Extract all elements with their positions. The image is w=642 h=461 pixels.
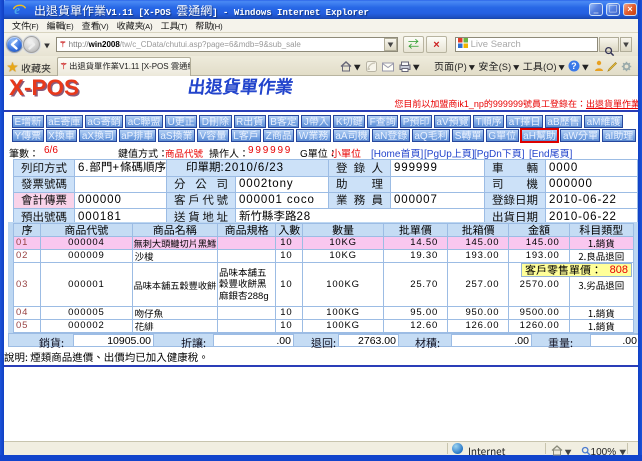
svg-text:?: ? [571,61,577,71]
